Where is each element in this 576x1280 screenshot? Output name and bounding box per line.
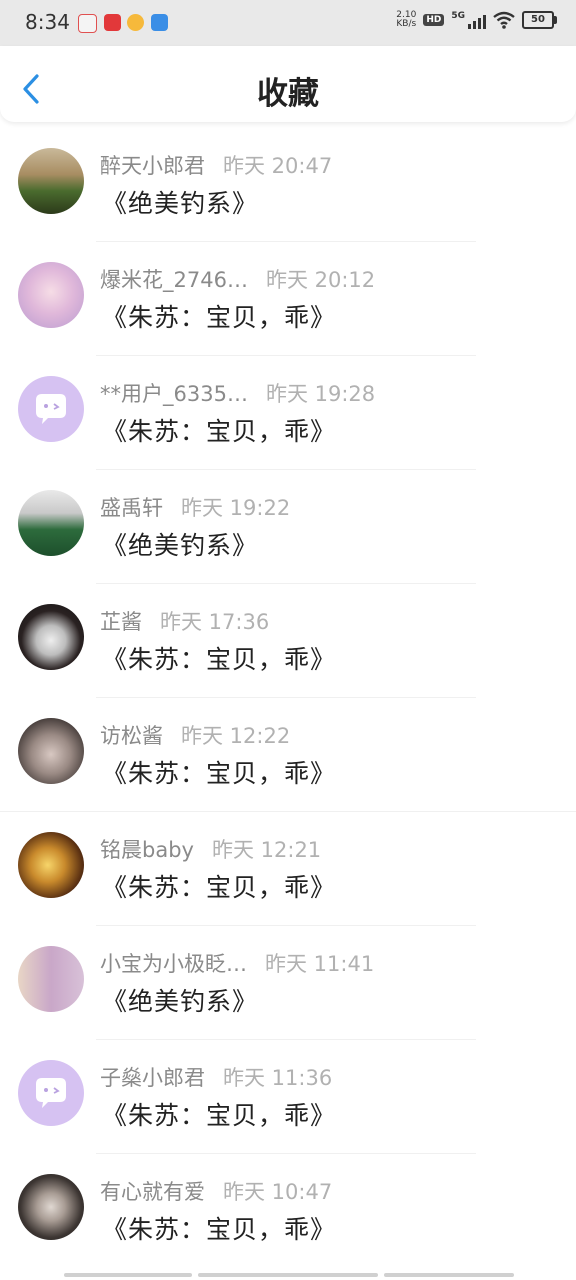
- favorite-title[interactable]: 《朱苏：宝贝，乖》: [102, 868, 336, 904]
- user-name[interactable]: 盛禹轩: [100, 492, 163, 522]
- list-item[interactable]: 访松酱 昨天 12:22 《朱苏：宝贝，乖》: [0, 698, 576, 812]
- timestamp: 昨天 20:47: [223, 154, 333, 178]
- favorite-title[interactable]: 《绝美钓系》: [102, 526, 258, 562]
- avatar[interactable]: [18, 946, 84, 1012]
- user-name[interactable]: 小宝为小极眨…: [100, 948, 247, 978]
- user-name[interactable]: 铭晨baby: [100, 834, 194, 864]
- blue-app-icon: [151, 14, 168, 31]
- list-item[interactable]: **用户_6335… 昨天 19:28 《朱苏：宝贝，乖》: [0, 356, 576, 470]
- timestamp: 昨天 19:28: [265, 382, 376, 406]
- favorite-title[interactable]: 《朱苏：宝贝，乖》: [102, 640, 336, 676]
- page-title: 收藏: [257, 76, 319, 112]
- battery-icon: 50: [522, 11, 557, 29]
- status-time: 8:34: [25, 10, 70, 34]
- wifi-icon: [493, 11, 515, 29]
- list-item[interactable]: 小宝为小极眨… 昨天 11:41 《绝美钓系》: [0, 926, 576, 1040]
- avatar[interactable]: [18, 832, 84, 898]
- status-bar: 8:34 2.10 KB/s HD 5G 50: [0, 0, 576, 46]
- avatar[interactable]: [18, 718, 84, 784]
- avatar[interactable]: [18, 262, 84, 328]
- default-avatar-chat-icon[interactable]: [18, 1060, 84, 1126]
- list-item[interactable]: 子燊小郎君 昨天 11:36 《朱苏：宝贝，乖》: [0, 1040, 576, 1154]
- user-name[interactable]: 访松酱: [100, 720, 163, 750]
- avatar[interactable]: [18, 148, 84, 214]
- favorite-title[interactable]: 《朱苏：宝贝，乖》: [102, 754, 336, 790]
- list-item[interactable]: 盛禹轩 昨天 19:22 《绝美钓系》: [0, 470, 576, 584]
- timestamp: 昨天 12:21: [211, 838, 322, 862]
- timestamp: 昨天 10:47: [223, 1180, 333, 1204]
- user-name[interactable]: **用户_6335…: [100, 378, 248, 408]
- timestamp: 昨天 19:22: [181, 496, 291, 520]
- avatar[interactable]: [18, 1174, 84, 1240]
- timestamp: 昨天 12:22: [181, 724, 291, 748]
- favorite-title[interactable]: 《朱苏：宝贝，乖》: [102, 298, 336, 334]
- favorite-title[interactable]: 《朱苏：宝贝，乖》: [102, 1096, 336, 1132]
- favorite-title[interactable]: 《朱苏：宝贝，乖》: [102, 1210, 336, 1246]
- user-name[interactable]: 子燊小郎君: [100, 1062, 205, 1092]
- header: 收藏: [0, 46, 576, 122]
- hd-badge: HD: [423, 14, 445, 26]
- calendar-app-icon: [78, 14, 97, 33]
- user-name[interactable]: 芷酱: [100, 606, 142, 636]
- favorites-list: 醉天小郎君 昨天 20:47 《绝美钓系》 爆米花_2746… 昨天 20:12 《…: [0, 128, 576, 1268]
- favorite-title[interactable]: 《朱苏：宝贝，乖》: [102, 412, 336, 448]
- list-item[interactable]: 有心就有爱 昨天 10:47 《朱苏：宝贝，乖》: [0, 1154, 576, 1268]
- default-avatar-chat-icon[interactable]: [18, 376, 84, 442]
- list-item[interactable]: 芷酱 昨天 17:36 《朱苏：宝贝，乖》: [0, 584, 576, 698]
- red-app-icon: [104, 14, 121, 31]
- list-item[interactable]: 醉天小郎君 昨天 20:47 《绝美钓系》: [0, 128, 576, 242]
- avatar[interactable]: [18, 604, 84, 670]
- weibo-icon: [127, 14, 144, 31]
- timestamp: 昨天 20:12: [265, 268, 376, 292]
- timestamp: 昨天 11:36: [223, 1066, 333, 1090]
- user-name[interactable]: 有心就有爱: [100, 1176, 205, 1206]
- avatar[interactable]: [18, 490, 84, 556]
- favorite-title[interactable]: 《绝美钓系》: [102, 982, 258, 1018]
- list-item[interactable]: 爆米花_2746… 昨天 20:12 《朱苏：宝贝，乖》: [0, 242, 576, 356]
- timestamp: 昨天 17:36: [160, 610, 270, 634]
- user-name[interactable]: 醉天小郎君: [100, 150, 205, 180]
- user-name[interactable]: 爆米花_2746…: [100, 264, 248, 294]
- list-item[interactable]: 铭晨baby 昨天 12:21 《朱苏：宝贝，乖》: [0, 812, 576, 926]
- timestamp: 昨天 11:41: [265, 952, 375, 976]
- scroll-indicator: [64, 1273, 514, 1277]
- signal-icon: 5G: [451, 11, 486, 29]
- favorite-title[interactable]: 《绝美钓系》: [102, 184, 258, 220]
- network-speed: 2.10 KB/s: [396, 10, 417, 29]
